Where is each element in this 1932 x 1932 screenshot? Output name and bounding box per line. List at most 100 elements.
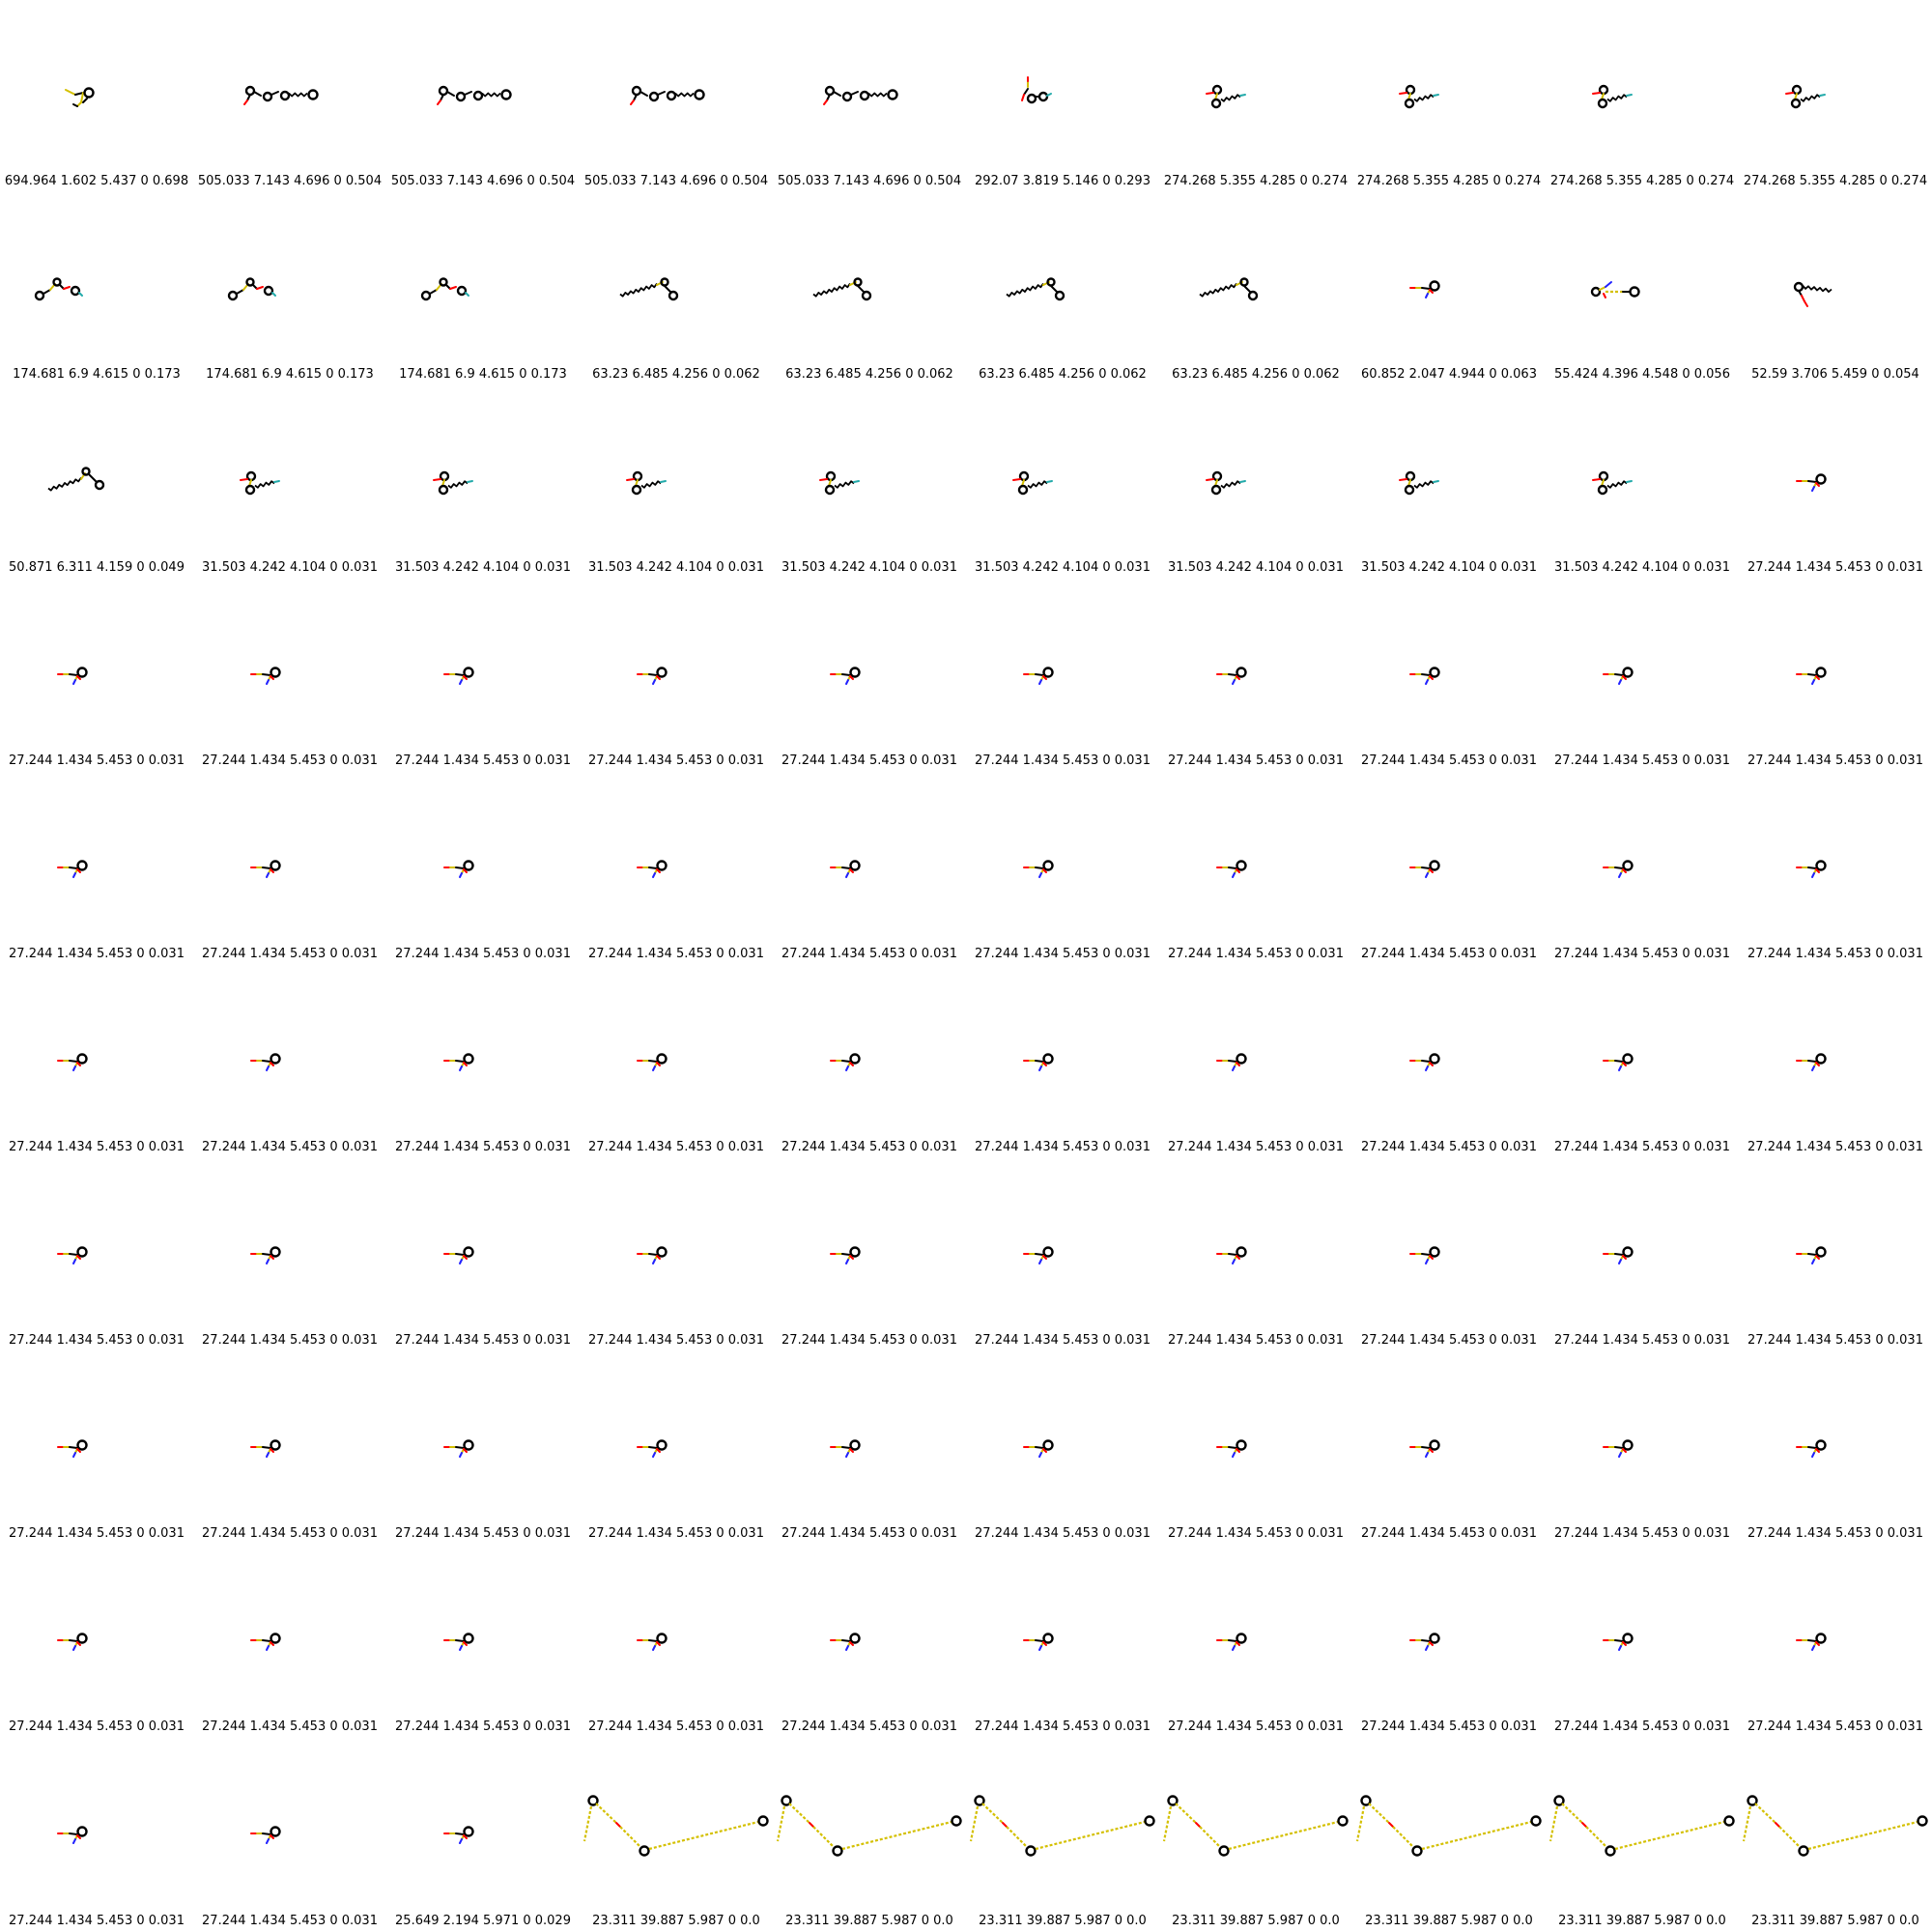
ring-mark	[463, 860, 474, 871]
molecule-drawing	[1216, 1439, 1247, 1458]
ring-mark	[1218, 1845, 1230, 1857]
bond-mark	[648, 1446, 658, 1449]
score-label: 27.244 1.434 5.453 0 0.031	[9, 1333, 185, 1348]
score-label: 27.244 1.434 5.453 0 0.031	[1747, 1333, 1923, 1348]
score-label: 174.681 6.9 4.615 0 0.173	[399, 367, 567, 382]
molecule-structure	[443, 1633, 474, 1651]
ring-mark	[1597, 98, 1608, 109]
molecule-cell: 27.244 1.434 5.453 0 0.031	[0, 1352, 193, 1546]
ring-mark	[1798, 1845, 1809, 1857]
molecule-cell: 52.59 3.706 5.459 0 0.054	[1739, 193, 1932, 386]
molecule-cell: 27.244 1.434 5.453 0 0.031	[1546, 1352, 1739, 1546]
bond-mark	[72, 103, 78, 107]
chain-mark	[1220, 94, 1241, 102]
bond-mark	[1581, 1822, 1587, 1828]
bond-mark	[1421, 1446, 1431, 1449]
bond-mark	[1006, 1826, 1029, 1849]
ring-mark	[1815, 1633, 1827, 1644]
score-label: 27.244 1.434 5.453 0 0.031	[395, 1333, 571, 1348]
score-label: 27.244 1.434 5.453 0 0.031	[781, 753, 957, 768]
ring-mark	[1042, 1633, 1054, 1644]
score-label: 27.244 1.434 5.453 0 0.031	[1747, 1719, 1923, 1734]
ring-mark	[861, 290, 872, 301]
bond-mark	[841, 1253, 851, 1256]
score-label: 52.59 3.706 5.459 0 0.054	[1751, 367, 1919, 382]
ring-mark	[76, 1053, 88, 1065]
ring-mark	[1211, 470, 1223, 482]
molecule-structure	[433, 470, 473, 496]
bond-mark	[1618, 1452, 1622, 1458]
molecule-cell: 292.07 3.819 5.146 0 0.293	[966, 0, 1159, 193]
bond-mark	[1388, 1822, 1394, 1828]
ring-mark	[83, 87, 95, 99]
ring-mark	[825, 470, 837, 482]
ring-mark	[757, 1815, 769, 1827]
score-label: 27.244 1.434 5.453 0 0.031	[9, 1914, 185, 1928]
bond-mark	[841, 867, 851, 869]
bond-mark	[69, 867, 78, 869]
molecule-cell: 23.311 39.887 5.987 0 0.0	[1159, 1739, 1352, 1932]
molecule-drawing	[1603, 1439, 1634, 1458]
ring-mark	[1598, 84, 1609, 96]
ring-mark	[463, 1439, 474, 1451]
molecule-drawing	[1021, 76, 1052, 104]
molecule-cell: 31.503 4.242 4.104 0 0.031	[773, 386, 966, 580]
ring-mark	[632, 470, 643, 482]
molecule-drawing	[830, 1053, 861, 1071]
molecule-cell: 27.244 1.434 5.453 0 0.031	[0, 966, 193, 1159]
score-label: 63.23 6.485 4.256 0 0.062	[1172, 367, 1340, 382]
molecule-drawing	[637, 1439, 668, 1458]
score-label: 27.244 1.434 5.453 0 0.031	[9, 947, 185, 961]
molecule-cell: 55.424 4.396 4.548 0 0.056	[1546, 193, 1739, 386]
chain-mark	[288, 92, 308, 98]
bond-mark	[841, 1446, 851, 1449]
molecule-cell: 174.681 6.9 4.615 0 0.173	[386, 193, 580, 386]
molecule-drawing	[443, 667, 474, 685]
molecule-structure	[34, 277, 83, 301]
molecule-structure	[1409, 1053, 1440, 1071]
molecule-structure	[250, 1053, 281, 1071]
bond-mark	[826, 94, 831, 101]
score-label: 27.244 1.434 5.453 0 0.031	[1168, 1719, 1344, 1734]
score-label: 27.244 1.434 5.453 0 0.031	[1168, 947, 1344, 961]
molecule-structure	[1216, 860, 1247, 878]
bond-mark	[1038, 679, 1042, 685]
molecule-cell: 174.681 6.9 4.615 0 0.173	[0, 193, 193, 386]
molecule-cell: 27.244 1.434 5.453 0 0.031	[773, 1159, 966, 1352]
molecule-cell: 27.244 1.434 5.453 0 0.031	[193, 1546, 386, 1739]
molecule-drawing	[443, 1246, 474, 1264]
score-label: 274.268 5.355 4.285 0 0.274	[1743, 174, 1928, 188]
bond-mark	[69, 1253, 78, 1256]
molecule-cell: 27.244 1.434 5.453 0 0.031	[773, 773, 966, 966]
score-label: 505.033 7.143 4.696 0 0.504	[390, 174, 576, 188]
ring-mark	[270, 1053, 281, 1065]
bond-mark	[1421, 1639, 1431, 1642]
bond-mark	[69, 1639, 78, 1642]
molecule-structure	[1409, 1633, 1440, 1651]
ring-mark	[1405, 470, 1416, 482]
bond-mark	[648, 1639, 658, 1642]
ring-mark	[1337, 1815, 1349, 1827]
molecule-drawing	[969, 1795, 1155, 1857]
score-label: 55.424 4.396 4.548 0 0.056	[1554, 367, 1730, 382]
bond-mark	[652, 679, 656, 685]
molecule-cell: 27.244 1.434 5.453 0 0.031	[386, 1352, 580, 1546]
score-label: 27.244 1.434 5.453 0 0.031	[1747, 753, 1923, 768]
score-label: 505.033 7.143 4.696 0 0.504	[583, 174, 769, 188]
ring-mark	[1144, 1815, 1155, 1827]
ring-mark	[1530, 1815, 1542, 1827]
ring-mark	[1239, 277, 1249, 287]
ring-mark	[1042, 1246, 1054, 1258]
bond-mark	[1778, 1826, 1802, 1849]
molecule-structure	[250, 1826, 281, 1844]
ring-mark	[849, 1439, 861, 1451]
molecule-cell: 27.244 1.434 5.453 0 0.031	[1546, 773, 1739, 966]
molecule-cell: 27.244 1.434 5.453 0 0.031	[193, 1159, 386, 1352]
molecule-structure	[57, 1633, 88, 1651]
molecule-cell: 27.244 1.434 5.453 0 0.031	[1352, 1352, 1546, 1546]
bond-mark	[1807, 673, 1817, 676]
ring-mark	[270, 1826, 281, 1837]
molecule-cell: 60.852 2.047 4.944 0 0.063	[1352, 193, 1546, 386]
bond-mark	[1811, 872, 1815, 878]
ring-mark	[76, 1826, 88, 1837]
